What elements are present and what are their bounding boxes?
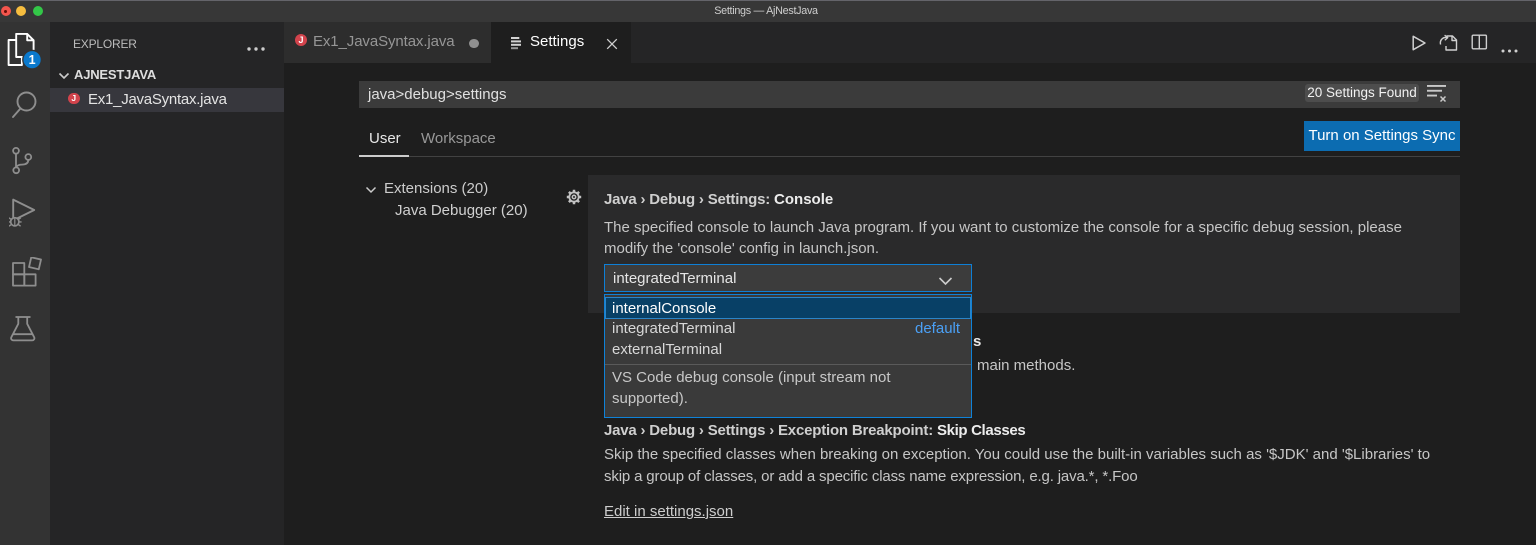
svg-text:1: 1: [29, 53, 36, 67]
